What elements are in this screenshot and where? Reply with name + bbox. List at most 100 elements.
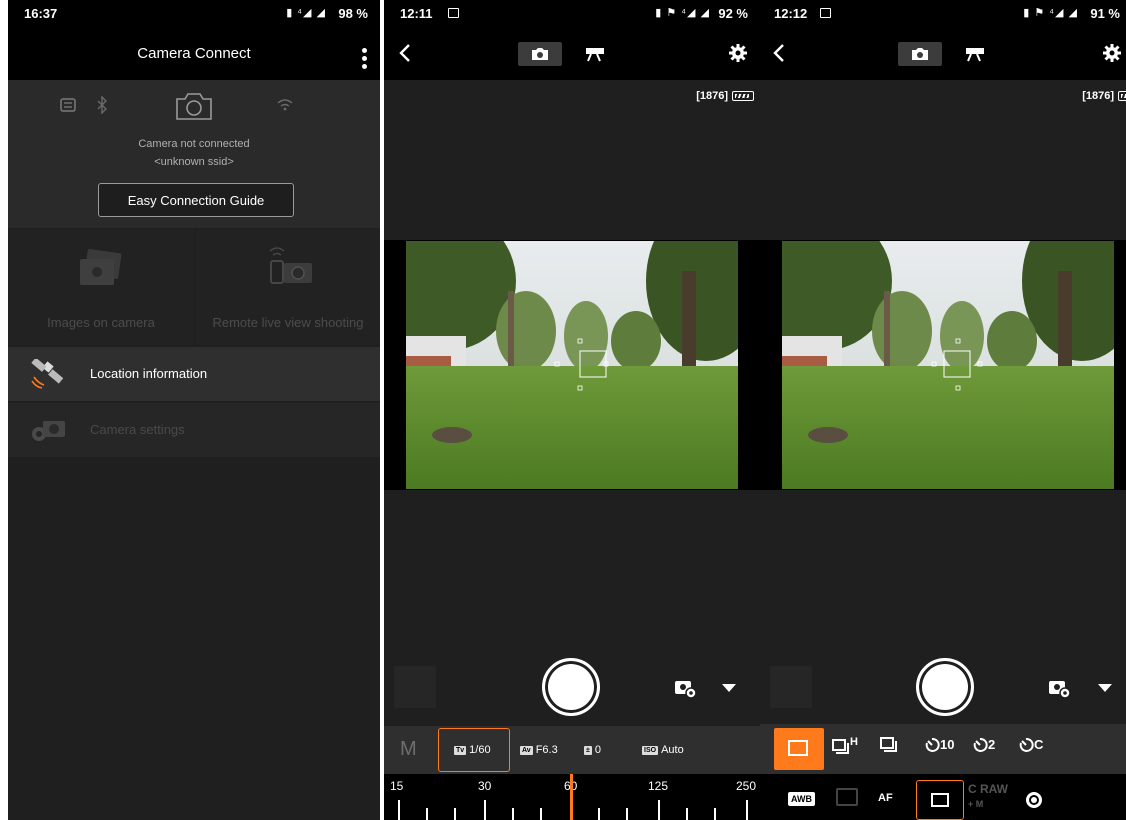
drive-continuous-button[interactable] [880, 736, 898, 754]
settings-gear-icon[interactable] [728, 43, 748, 63]
remote-shooting-tile[interactable]: Remote live view shooting [196, 229, 380, 345]
live-view-image[interactable] [782, 241, 1114, 489]
remote-shooting-screen-drive: 12:12 ▮ ⚑ ⁴◢ ◢ 91 % [1876] H 10 2 C AWB … [760, 0, 1126, 820]
images-on-camera-tile[interactable]: Images on camera [8, 229, 194, 345]
status-bar: 16:37 ▮ ⁴◢ ◢ 98 % [8, 0, 380, 28]
shooting-toolbar [760, 28, 1126, 80]
settings-gear-icon[interactable] [1102, 43, 1122, 63]
page-title: Camera Connect [137, 45, 251, 62]
image-notification-icon [820, 8, 831, 18]
back-icon[interactable] [398, 43, 412, 63]
craw-label: C RAW + M [968, 782, 1008, 810]
movie-camera-icon [586, 48, 604, 62]
dial-tick [626, 808, 628, 820]
shots-remaining: [1876] [1082, 90, 1126, 102]
dial-tick [454, 808, 456, 820]
drive-self-timer-10-button[interactable]: 10 [924, 736, 954, 754]
connection-panel: Camera not connected <unknown ssid> Easy… [8, 80, 380, 228]
signal-icons: ▮ ⁴◢ ◢ [286, 7, 326, 19]
white-balance-button[interactable]: AWB [788, 792, 815, 806]
ssid-label: <unknown ssid> [154, 156, 234, 168]
dial-tick [398, 800, 400, 820]
continuous-icon [880, 736, 897, 752]
quick-settings-row: AWB AF C RAW + M [760, 774, 1126, 820]
single-shot-icon [788, 740, 808, 756]
continuous-high-icon [832, 739, 849, 755]
status-time: 12:11 [400, 6, 433, 21]
drive-self-timer-c-button[interactable]: C [1018, 736, 1043, 754]
list-icon [60, 98, 76, 112]
tv-badge: Tv [454, 745, 467, 755]
shutter-button[interactable] [916, 658, 974, 716]
camera-settings-label: Camera settings [90, 422, 185, 437]
dial-indicator [570, 774, 573, 820]
tab-still-photo[interactable] [898, 42, 942, 66]
dial-label: 250 [736, 779, 757, 793]
last-image-thumbnail[interactable] [394, 666, 436, 708]
dial-tick [658, 800, 660, 820]
shots-remaining-count: [1876] [1082, 90, 1114, 102]
tab-movie[interactable] [960, 42, 990, 66]
battery-icon [1118, 91, 1126, 101]
battery-percent: 98 % [338, 6, 368, 21]
aperture[interactable]: Av F6.3 [520, 736, 558, 764]
status-bar: 12:11 ▮ ⚑ ⁴◢ ◢ 92 % [384, 0, 760, 28]
drive-self-timer-2-button[interactable]: 2 [972, 736, 995, 754]
live-view-image[interactable] [406, 241, 738, 489]
camera-icon [532, 48, 548, 60]
dial-tick [484, 800, 486, 820]
easy-connection-guide-button[interactable]: Easy Connection Guide [98, 183, 294, 217]
wifi-icon [277, 99, 293, 111]
drive-single-shot-button[interactable] [774, 728, 824, 770]
images-on-camera-label: Images on camera [47, 315, 155, 330]
satellite-icon [31, 359, 64, 389]
camera-connect-home-screen: 16:37 ▮ ⁴◢ ◢ 98 % Camera Connect Camera … [8, 0, 380, 820]
self-timer-icon [973, 737, 988, 752]
more-options-icon[interactable] [362, 48, 368, 72]
camera-outline-icon [176, 93, 212, 120]
menu-item-camera-settings: Camera settings [8, 403, 380, 457]
iso-value: Auto [661, 744, 684, 756]
status-time: 12:12 [774, 6, 808, 21]
camera-settings-icon[interactable] [1048, 677, 1072, 699]
back-icon[interactable] [772, 43, 786, 63]
menu-item-location-information[interactable]: Location information [8, 347, 380, 401]
image-quality-button[interactable] [916, 780, 964, 820]
craw-text: C RAW [968, 782, 1008, 796]
shots-remaining: [1876] [696, 90, 754, 102]
self-timer-10-label: 10 [940, 737, 955, 752]
dial-label: 30 [478, 779, 492, 793]
tab-still-photo[interactable] [518, 42, 562, 66]
camera-icon [912, 48, 928, 60]
dial-tick [714, 808, 716, 820]
shots-remaining-count: [1876] [696, 90, 728, 102]
af-mode-button[interactable]: AF [878, 792, 893, 804]
shutter-speed-value: 1/60 [469, 744, 491, 756]
remote-shooting-label: Remote live view shooting [212, 315, 364, 330]
self-timer-icon [1019, 737, 1034, 752]
last-image-thumbnail[interactable] [770, 666, 812, 708]
movie-camera-icon [966, 48, 984, 62]
shutter-button[interactable] [542, 658, 600, 716]
metering-icon[interactable] [1026, 792, 1042, 808]
camera-settings-icon[interactable] [674, 677, 698, 699]
chevron-down-icon[interactable] [1098, 684, 1112, 692]
tab-movie[interactable] [580, 42, 610, 66]
signal-icons: ▮ ⚑ ⁴◢ ◢ [1023, 7, 1078, 19]
shooting-toolbar [384, 28, 760, 80]
feature-tiles: Images on camera Remote live view shooti… [8, 229, 380, 345]
exposure-compensation[interactable]: ± 0 [584, 736, 601, 764]
exposure-value: 0 [594, 744, 601, 756]
exposure-badge: ± [584, 745, 592, 755]
shutter-speed-dial[interactable]: 15 30 60 125 250 [384, 774, 760, 820]
iso[interactable]: ISO Auto [642, 736, 684, 764]
self-timer-continuous-label: C [1034, 737, 1044, 752]
drive-high-speed-button[interactable]: H [832, 736, 858, 756]
shutter-speed[interactable]: Tv 1/60 [454, 736, 491, 764]
self-timer-icon [925, 737, 940, 752]
shooting-mode: M [400, 738, 417, 760]
dial-tick [598, 808, 600, 820]
status-bar: 12:12 ▮ ⚑ ⁴◢ ◢ 91 % [760, 0, 1126, 28]
chevron-down-icon[interactable] [722, 684, 736, 692]
camera-settings-icon [32, 421, 65, 441]
